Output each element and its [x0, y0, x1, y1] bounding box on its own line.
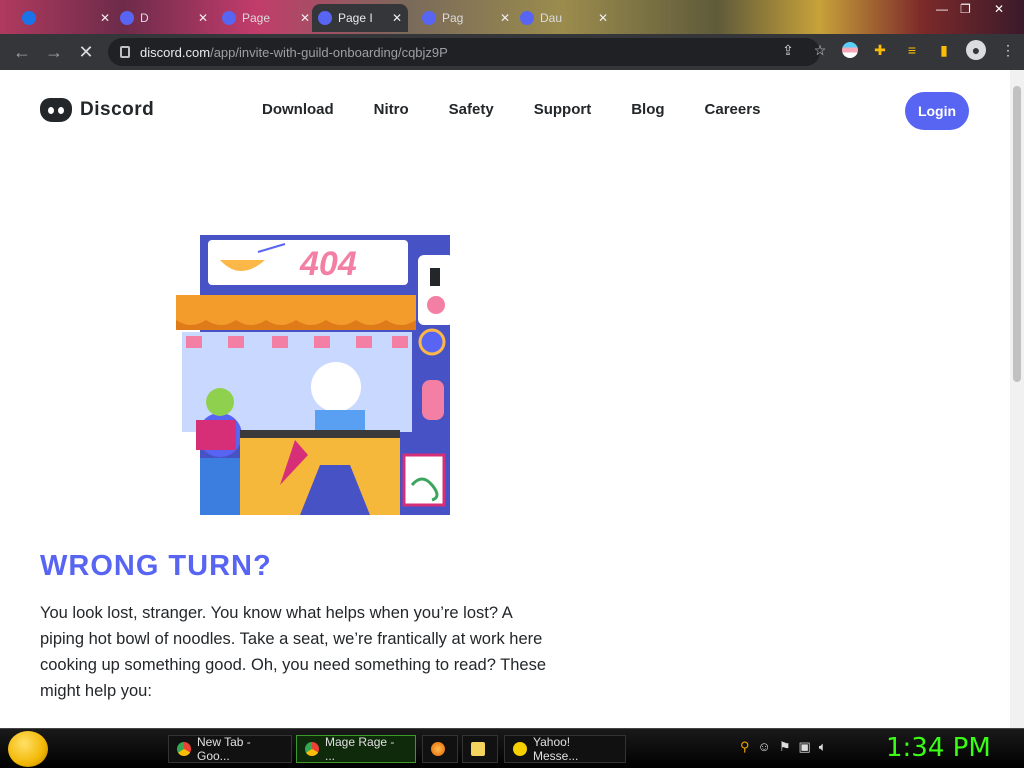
messenger-tray-icon[interactable]: ☺ — [758, 739, 771, 755]
start-button[interactable] — [8, 731, 48, 767]
volume-icon[interactable]: 🔈︎ — [819, 739, 827, 755]
chrome-icon — [177, 742, 191, 756]
taskbar-button-label: Mage Rage - ... — [325, 735, 395, 763]
close-tab-icon[interactable]: ✕ — [598, 11, 608, 25]
close-tab-icon[interactable]: ✕ — [300, 11, 310, 25]
discord-favicon-icon — [422, 11, 436, 25]
restore-icon[interactable]: ❐ — [960, 2, 971, 16]
lock-icon[interactable] — [120, 46, 130, 58]
loading-favicon-icon — [318, 11, 332, 25]
login-button[interactable]: Login — [905, 92, 969, 130]
extensions-puzzle-icon[interactable]: ✚ — [870, 40, 890, 60]
close-tab-icon[interactable]: ✕ — [500, 11, 510, 25]
nav-nitro[interactable]: Nitro — [374, 101, 409, 118]
browser-toolbar: ← → ✕ discord.com/app/invite-with-guild-… — [0, 34, 1024, 70]
tab-title: Dau — [540, 11, 563, 25]
url-text: discord.com/app/invite-with-guild-onboar… — [140, 44, 448, 60]
tab-title: Page I — [338, 11, 373, 25]
taskbar-yahoo-messenger[interactable]: Yahoo! Messe... — [504, 735, 626, 763]
close-tab-icon[interactable]: ✕ — [100, 11, 110, 25]
taskbar-chrome-new-tab[interactable]: New Tab - Goo... — [168, 735, 292, 763]
logo-wordmark: Discord — [80, 99, 155, 120]
discord-logo[interactable]: Discord — [40, 98, 154, 122]
bookmark-star-icon[interactable]: ☆ — [810, 40, 830, 60]
page-scrollbar[interactable] — [1010, 70, 1024, 728]
web-page: Discord Download Nitro Safety Support Bl… — [0, 70, 1010, 728]
main-nav: Download Nitro Safety Support Blog Caree… — [262, 101, 800, 118]
folder-icon — [471, 742, 485, 756]
tab-1[interactable]: ✕ — [16, 4, 116, 32]
maps-favicon-icon — [22, 11, 36, 25]
address-bar[interactable]: discord.com/app/invite-with-guild-onboar… — [108, 38, 820, 66]
noodle-stand-404-illustration: 404 — [176, 235, 454, 515]
system-tray: ⚲ ☺ ⚑ ▣ 🔈︎ — [740, 739, 827, 755]
firefox-icon — [431, 742, 445, 756]
minimize-icon[interactable]: — — [936, 2, 948, 16]
taskbar-button-label: New Tab - Goo... — [197, 735, 251, 763]
body-paragraph: You look lost, stranger. You know what h… — [40, 604, 547, 700]
nav-download[interactable]: Download — [262, 101, 334, 118]
toolbar-icons: ⇪ ☆ ✚ ≡ ▮ ● ⋮ — [778, 40, 1018, 60]
taskbar-button-label: Yahoo! Messe... — [533, 735, 579, 763]
sign-404-text: 404 — [299, 245, 357, 283]
discord-logo-icon — [40, 98, 72, 122]
nav-blog[interactable]: Blog — [631, 101, 664, 118]
action-center-flag-icon[interactable]: ⚑ — [779, 739, 791, 755]
tab-active[interactable]: Page I ✕ — [312, 4, 408, 32]
search-icon[interactable]: ⚲ — [740, 739, 750, 755]
taskbar-firefox[interactable] — [422, 735, 458, 763]
extension-flag-icon[interactable] — [842, 42, 858, 58]
os-taskbar: New Tab - Goo... Mage Rage - ... Yahoo! … — [0, 728, 1024, 768]
stop-loading-icon[interactable]: ✕ — [70, 36, 102, 68]
discord-favicon-icon — [120, 11, 134, 25]
media-queue-icon[interactable]: ≡ — [902, 40, 922, 60]
tab-2[interactable]: D ✕ — [114, 4, 214, 32]
profile-avatar-icon[interactable]: ● — [966, 40, 986, 60]
back-icon[interactable]: ← — [6, 36, 38, 68]
close-tab-icon[interactable]: ✕ — [392, 11, 402, 25]
tab-title: Pag — [442, 11, 464, 25]
forward-icon[interactable]: → — [38, 36, 70, 68]
taskbar-clock[interactable]: 1:34 PM — [886, 733, 991, 763]
share-icon[interactable]: ⇪ — [778, 40, 798, 60]
nav-careers[interactable]: Careers — [705, 101, 761, 118]
nav-safety[interactable]: Safety — [449, 101, 494, 118]
close-window-icon[interactable]: ✕ — [994, 2, 1004, 16]
close-tab-icon[interactable]: ✕ — [198, 11, 208, 25]
yahoo-messenger-icon — [513, 742, 527, 756]
taskbar-chrome-mage-rage[interactable]: Mage Rage - ... — [296, 735, 416, 763]
discord-favicon-icon — [520, 11, 534, 25]
tab-title: D — [140, 11, 149, 25]
nav-support[interactable]: Support — [534, 101, 592, 118]
tab-title: Page — [242, 11, 271, 25]
chrome-icon — [305, 742, 319, 756]
taskbar-folder[interactable] — [462, 735, 498, 763]
discord-favicon-icon — [222, 11, 236, 25]
tab-strip: ✕ D ✕ Page ✕ Page I ✕ Pag ✕ Dau ✕ — ❐ ✕ — [0, 0, 1024, 34]
network-icon[interactable]: ▣ — [798, 739, 810, 755]
menu-kebab-icon[interactable]: ⋮ — [998, 40, 1018, 60]
tab-5[interactable]: Pag ✕ — [416, 4, 516, 32]
scrollbar-thumb[interactable] — [1013, 86, 1021, 382]
side-panel-icon[interactable]: ▮ — [934, 40, 954, 60]
tab-3[interactable]: Page ✕ — [216, 4, 316, 32]
page-heading: WRONG TURN? — [40, 550, 272, 582]
tab-6[interactable]: Dau ✕ — [514, 4, 614, 32]
